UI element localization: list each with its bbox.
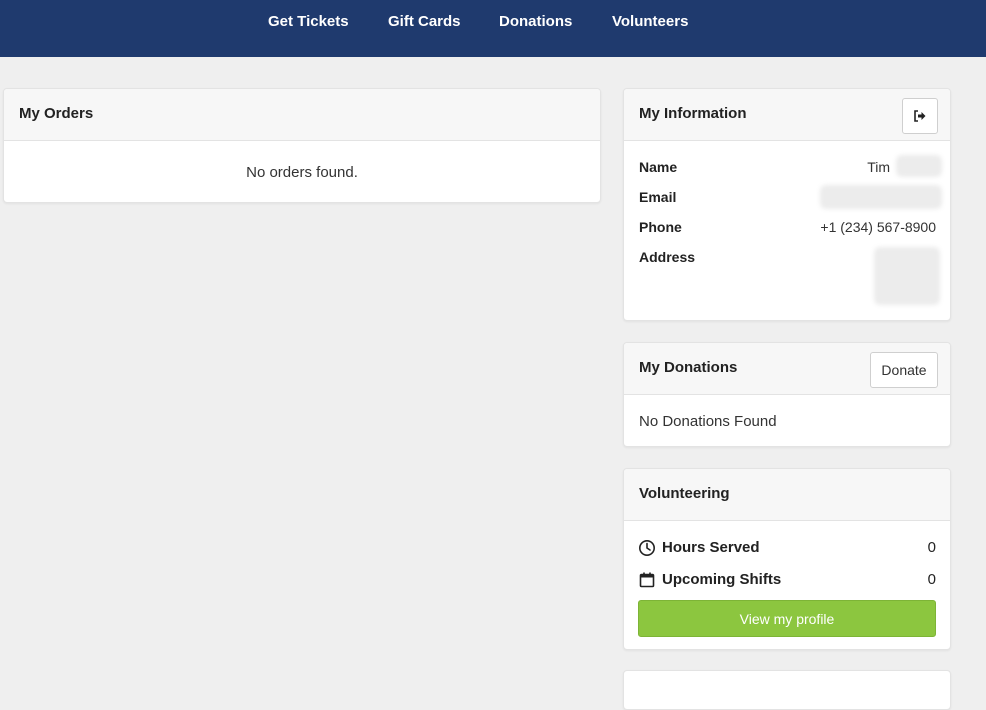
upcoming-shifts-label: Upcoming Shifts (662, 571, 782, 588)
my-donations-title: My Donations (639, 359, 738, 376)
sign-out-icon (914, 110, 926, 122)
calendar-icon (639, 572, 655, 588)
no-donations-message: No Donations Found (639, 413, 777, 430)
donate-button[interactable]: Donate (870, 352, 938, 388)
hours-served-value: 0 (927, 539, 936, 556)
hours-served-row: Hours Served 0 (638, 538, 936, 558)
clock-icon (639, 540, 655, 556)
address-label: Address (639, 249, 696, 265)
volunteering-header: Volunteering (624, 469, 950, 521)
my-donations-header: My Donations Donate (624, 343, 950, 395)
volunteering-card: Volunteering Hours Served 0 Upcoming Shi… (623, 468, 951, 650)
logout-button[interactable] (902, 98, 938, 134)
next-card-partial (623, 670, 951, 710)
no-orders-message: No orders found. (246, 164, 358, 181)
my-information-title: My Information (639, 105, 747, 122)
name-label: Name (639, 159, 678, 175)
my-donations-card: My Donations Donate No Donations Found (623, 342, 951, 447)
upcoming-shifts-value: 0 (927, 571, 936, 588)
my-orders-title: My Orders (19, 105, 94, 122)
my-orders-header: My Orders (4, 89, 600, 141)
volunteering-title: Volunteering (639, 485, 730, 502)
redacted-address (874, 247, 940, 305)
my-information-card: My Information Name Tim Email Phone +1 (… (623, 88, 951, 321)
redacted-last-name (896, 155, 942, 177)
name-value: Tim (867, 159, 890, 175)
nav-link-get-tickets[interactable]: Get Tickets (268, 13, 349, 31)
my-information-header: My Information (624, 89, 950, 141)
my-orders-card: My Orders No orders found. (3, 88, 601, 203)
email-label: Email (639, 189, 677, 205)
nav-link-gift-cards[interactable]: Gift Cards (388, 13, 461, 31)
phone-value: +1 (234) 567-8900 (820, 219, 936, 235)
upcoming-shifts-row: Upcoming Shifts 0 (638, 570, 936, 590)
nav-link-volunteers[interactable]: Volunteers (612, 13, 688, 31)
hours-served-label: Hours Served (662, 539, 760, 556)
redacted-email (820, 185, 942, 209)
view-profile-button[interactable]: View my profile (638, 600, 936, 637)
phone-label: Phone (639, 219, 682, 235)
top-navigation-bar: Get Tickets Gift Cards Donations Volunte… (0, 0, 986, 57)
nav-link-donations[interactable]: Donations (499, 13, 572, 31)
